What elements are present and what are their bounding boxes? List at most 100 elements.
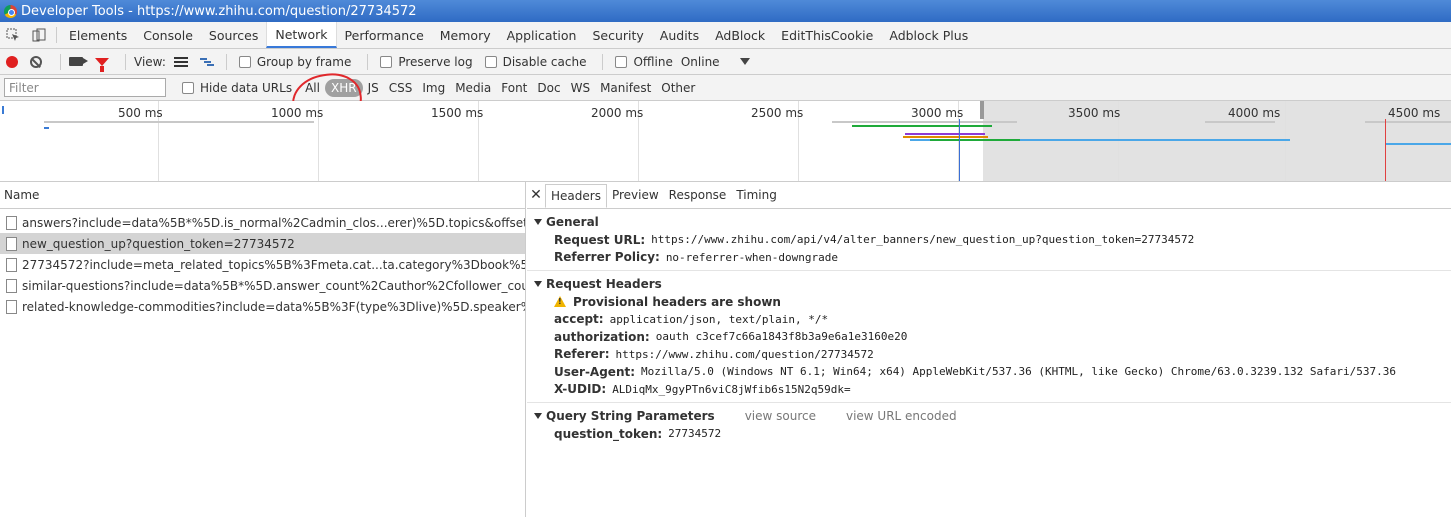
view-source-link[interactable]: view source — [745, 409, 816, 423]
filter-type-ws[interactable]: WS — [566, 79, 595, 97]
view-url-encoded-link[interactable]: view URL encoded — [846, 409, 957, 423]
toolbar-separator — [60, 53, 61, 70]
filter-funnel-icon[interactable] — [95, 57, 109, 72]
inspect-element-icon[interactable] — [0, 22, 26, 48]
filter-type-all[interactable]: All — [300, 79, 325, 97]
filter-input[interactable] — [4, 78, 166, 97]
request-name: answers?include=data%5B*%5D.is_normal%2C… — [22, 215, 525, 230]
screenshot-camera-icon[interactable] — [69, 57, 88, 66]
preserve-log-checkbox[interactable]: Preserve log — [376, 55, 473, 69]
request-row[interactable]: answers?include=data%5B*%5D.is_normal%2C… — [0, 212, 525, 233]
filter-type-media[interactable]: Media — [450, 79, 496, 97]
tab-elements[interactable]: Elements — [61, 22, 135, 48]
timeline-overview[interactable]: 500 ms 1000 ms 1500 ms 2000 ms 2500 ms 3… — [0, 101, 1451, 182]
filter-type-doc[interactable]: Doc — [532, 79, 565, 97]
header-row: accept: application/json, text/plain, */… — [534, 311, 1451, 329]
request-row[interactable]: 27734572?include=meta_related_topics%5B%… — [0, 254, 525, 275]
header-value: ALDiqMx_9gyPTn6viC8jWfib6s15N2q59dk= — [612, 382, 851, 396]
tab-memory[interactable]: Memory — [432, 22, 499, 48]
request-row[interactable]: new_question_up?question_token=27734572 — [0, 233, 525, 254]
large-rows-icon[interactable] — [173, 56, 188, 67]
request-detail-panel: ✕ Headers Preview Response Timing Genera… — [527, 182, 1451, 517]
tab-performance[interactable]: Performance — [337, 22, 432, 48]
window-titlebar: Developer Tools - https://www.zhihu.com/… — [0, 0, 1451, 22]
timeline-selection-handle[interactable] — [980, 101, 984, 119]
toolbar-separator — [367, 53, 369, 70]
filter-type-css[interactable]: CSS — [384, 79, 418, 97]
timeline-bar — [903, 136, 988, 138]
checkbox-box[interactable] — [182, 81, 194, 94]
tab-adblock-plus[interactable]: Adblock Plus — [881, 22, 976, 48]
tab-console[interactable]: Console — [135, 22, 201, 48]
timeline-tick-label: 3500 ms — [1068, 106, 1121, 120]
device-toolbar-icon[interactable] — [26, 22, 52, 48]
expand-triangle-icon[interactable] — [534, 281, 542, 287]
tab-network[interactable]: Network — [266, 22, 337, 48]
group-by-frame-checkbox[interactable]: Group by frame — [235, 55, 351, 69]
tab-preview[interactable]: Preview — [607, 182, 664, 208]
query-params-header[interactable]: Query String Parameters view source view… — [534, 407, 1451, 425]
file-icon — [6, 299, 17, 314]
header-value: no-referrer-when-downgrade — [665, 250, 838, 264]
header-key: authorization: — [554, 329, 650, 344]
overview-waterfall-icon[interactable] — [199, 57, 214, 67]
tab-editthiscookie[interactable]: EditThisCookie — [773, 22, 881, 48]
tab-audits[interactable]: Audits — [652, 22, 707, 48]
disable-cache-checkbox[interactable]: Disable cache — [481, 55, 586, 69]
timeline-bar — [930, 139, 1020, 141]
timeline-bar — [2, 106, 4, 114]
network-toolbar: View: Group by frame Preserve log Disabl… — [0, 49, 1451, 75]
offline-label: Offline — [633, 54, 673, 69]
timeline-ruler — [1205, 121, 1275, 123]
tab-adblock[interactable]: AdBlock — [707, 22, 773, 48]
offline-checkbox[interactable]: Offline — [611, 54, 673, 69]
tab-application[interactable]: Application — [499, 22, 585, 48]
file-icon — [6, 278, 17, 293]
timeline-bar — [1385, 143, 1451, 145]
request-list-header[interactable]: Name — [0, 182, 525, 209]
chevron-down-icon[interactable] — [739, 58, 750, 65]
filter-type-other[interactable]: Other — [656, 79, 700, 97]
tab-security[interactable]: Security — [584, 22, 651, 48]
close-icon[interactable]: ✕ — [527, 182, 545, 208]
header-row: X-UDID: ALDiqMx_9gyPTn6viC8jWfib6s15N2q5… — [534, 381, 1451, 399]
file-icon — [6, 215, 17, 230]
timeline-tick-label: 3000 ms — [911, 106, 964, 120]
warning-text: Provisional headers are shown — [573, 294, 781, 309]
request-headers-header[interactable]: Request Headers — [534, 275, 1451, 293]
header-value: application/json, text/plain, */* — [609, 312, 829, 326]
request-list: Name answers?include=data%5B*%5D.is_norm… — [0, 182, 526, 517]
request-row[interactable]: similar-questions?include=data%5B*%5D.an… — [0, 275, 525, 296]
clear-icon[interactable] — [30, 55, 42, 68]
tab-response[interactable]: Response — [664, 182, 732, 208]
detail-tabs: ✕ Headers Preview Response Timing — [527, 182, 1451, 209]
filter-type-xhr[interactable]: XHR — [324, 78, 363, 97]
header-key: Request URL: — [554, 232, 646, 247]
timeline-bar — [852, 125, 992, 127]
hide-data-urls-checkbox[interactable]: Hide data URLs — [178, 81, 292, 95]
timeline-ruler — [1365, 121, 1451, 123]
expand-triangle-icon[interactable] — [534, 219, 542, 225]
filter-type-js[interactable]: JS — [363, 79, 384, 97]
checkbox-box[interactable] — [238, 55, 251, 68]
header-value: oauth c3cef7c66a1843f8b3a9e6a1e3160e20 — [655, 330, 908, 344]
throttling-select[interactable]: Online — [681, 55, 720, 69]
request-row[interactable]: related-knowledge-commodities?include=da… — [0, 296, 525, 317]
expand-triangle-icon[interactable] — [534, 413, 542, 419]
checkbox-box[interactable] — [380, 55, 393, 68]
request-headers-section: Request Headers Provisional headers are … — [527, 270, 1451, 402]
file-icon — [6, 257, 17, 272]
timeline-ruler — [44, 121, 314, 123]
record-icon[interactable] — [6, 55, 18, 68]
checkbox-box[interactable] — [484, 55, 497, 68]
filter-type-manifest[interactable]: Manifest — [595, 79, 656, 97]
tab-headers[interactable]: Headers — [545, 184, 607, 208]
tab-sources[interactable]: Sources — [201, 22, 266, 48]
tab-timing[interactable]: Timing — [731, 182, 782, 208]
checkbox-box[interactable] — [615, 55, 628, 68]
header-row: Referer: https://www.zhihu.com/question/… — [534, 346, 1451, 364]
filter-type-font[interactable]: Font — [496, 79, 532, 97]
window-title: Developer Tools - https://www.zhihu.com/… — [21, 3, 417, 19]
general-header[interactable]: General — [534, 213, 1451, 231]
filter-type-img[interactable]: Img — [417, 79, 450, 97]
